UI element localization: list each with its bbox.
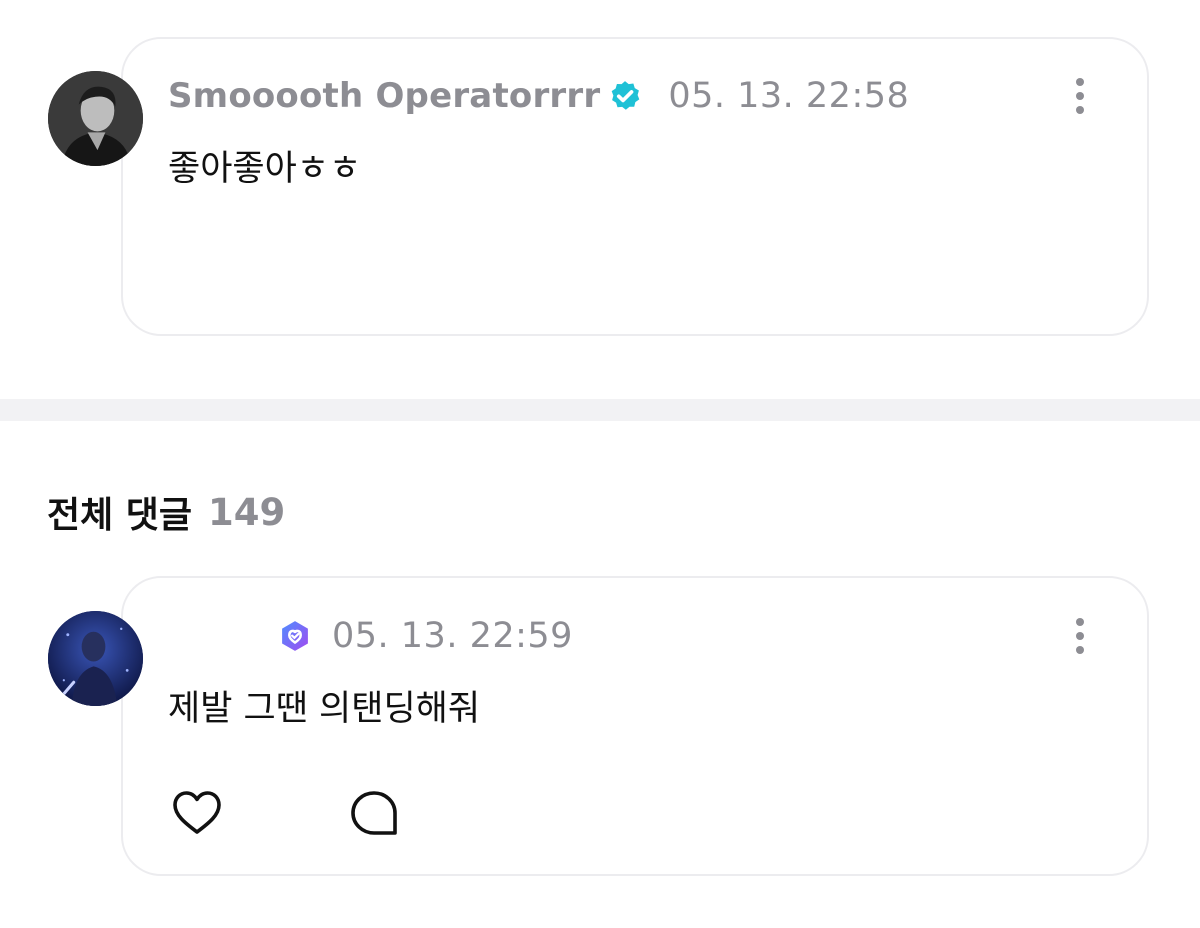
- avatar-photo: [48, 611, 143, 706]
- comment-header: 05. 13. 22:59: [168, 612, 573, 660]
- like-button[interactable]: [171, 788, 223, 840]
- comment-timestamp: 05. 13. 22:59: [332, 616, 573, 656]
- more-options-button[interactable]: [1066, 72, 1094, 120]
- verified-check-icon: [608, 79, 642, 113]
- fan-membership-badge-icon: [278, 619, 312, 653]
- comments-title: 전체 댓글: [47, 495, 193, 536]
- comments-section-heading: 전체 댓글 149: [47, 487, 285, 537]
- pinned-comment-header: Smooooth Operatorrrr 05. 13. 22:58: [168, 72, 909, 120]
- comment-username[interactable]: Smooooth Operatorrrr: [168, 76, 600, 116]
- vertical-ellipsis-icon: [1076, 78, 1084, 86]
- comment-avatar[interactable]: [48, 611, 143, 706]
- reply-button[interactable]: [348, 788, 400, 840]
- comments-count: 149: [208, 490, 286, 534]
- speech-bubble-icon: [351, 791, 397, 835]
- avatar-photo: [48, 71, 143, 166]
- vertical-ellipsis-icon: [1076, 618, 1084, 626]
- more-options-button[interactable]: [1066, 612, 1094, 660]
- heart-outline-icon: [173, 791, 221, 834]
- comment-text: 제발 그땐 의탠딩해줘: [168, 689, 481, 729]
- comment-timestamp: 05. 13. 22:58: [668, 76, 910, 116]
- section-divider: [0, 399, 1200, 421]
- pinned-comment-avatar[interactable]: [48, 71, 143, 166]
- comment-text: 좋아좋아ㅎㅎ: [168, 149, 362, 189]
